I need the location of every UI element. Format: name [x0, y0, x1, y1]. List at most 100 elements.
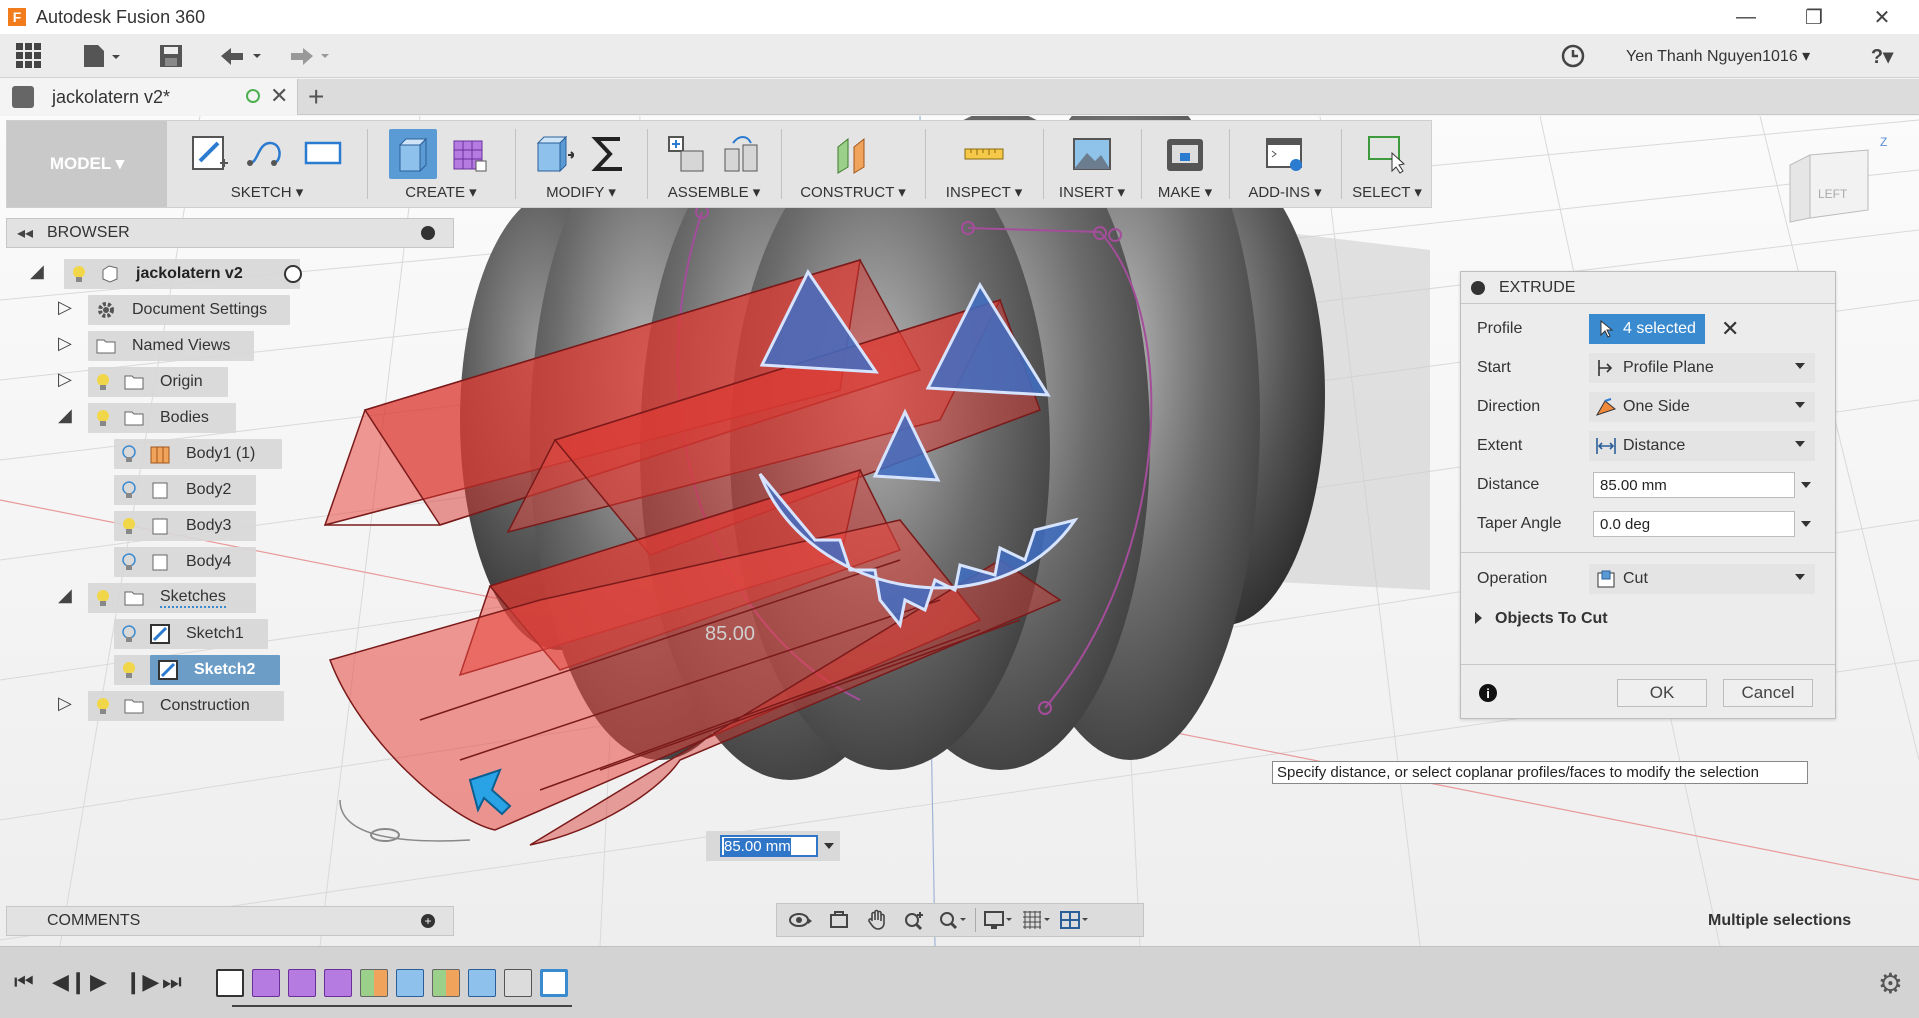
view-cube[interactable]: LEFT Z	[1789, 135, 1887, 223]
timeline-split-feature-icon[interactable]	[504, 969, 532, 997]
data-panel-grid-icon[interactable]	[14, 42, 44, 70]
visibility-bulb-icon[interactable]	[122, 445, 136, 463]
expand-section-icon[interactable]	[1475, 612, 1482, 624]
timeline-extrude-feature-icon[interactable]	[468, 969, 496, 997]
assemble-menu[interactable]: ASSEMBLE ▾	[651, 183, 777, 201]
info-icon[interactable]: i	[1479, 684, 1497, 702]
expand-toggle-icon[interactable]: ◢	[58, 585, 72, 606]
visibility-bulb-icon[interactable]	[122, 481, 136, 499]
play-icon[interactable]: ▶	[90, 969, 107, 995]
visibility-bulb-icon[interactable]	[122, 661, 136, 679]
make-menu[interactable]: MAKE ▾	[1145, 183, 1225, 201]
expand-toggle-icon[interactable]: ▷	[58, 369, 72, 390]
create-sketch-icon[interactable]	[187, 129, 235, 179]
timeline-track[interactable]	[232, 1005, 572, 1007]
taper-options-arrow[interactable]	[1801, 521, 1811, 527]
extrude-dialog-header[interactable]: EXTRUDE	[1461, 272, 1835, 304]
extrude-icon[interactable]	[389, 129, 437, 179]
undo-icon[interactable]	[216, 42, 266, 70]
expand-toggle-icon[interactable]: ◢	[30, 261, 44, 282]
save-icon[interactable]	[156, 42, 186, 70]
zoom-icon[interactable]	[899, 907, 931, 933]
insert-menu[interactable]: INSERT ▾	[1047, 183, 1137, 201]
timeline-form-feature-icon[interactable]	[252, 969, 280, 997]
timeline-sketch-feature-icon[interactable]	[216, 969, 244, 997]
direction-dropdown[interactable]: One Side	[1589, 392, 1815, 422]
orbit-icon[interactable]	[785, 907, 817, 933]
timeline-form-feature-icon[interactable]	[324, 969, 352, 997]
visibility-bulb-icon[interactable]	[122, 553, 136, 571]
step-forward-icon[interactable]: ❙▶	[124, 969, 159, 995]
cancel-button[interactable]: Cancel	[1723, 679, 1813, 707]
visibility-bulb-icon[interactable]	[122, 517, 136, 535]
distance-input[interactable]: 85.00 mm	[1593, 472, 1795, 498]
viewports-layout-icon[interactable]	[1058, 907, 1090, 933]
go-to-end-icon[interactable]: ⏭	[162, 969, 182, 995]
insert-image-icon[interactable]	[1068, 129, 1116, 179]
add-comment-icon[interactable]: +	[421, 914, 435, 928]
expand-toggle-icon[interactable]: ▷	[58, 297, 72, 318]
help-menu-icon[interactable]: ?▾	[1860, 42, 1904, 70]
taper-angle-input[interactable]: 0.0 deg	[1593, 511, 1795, 537]
activate-component-radio[interactable]	[284, 265, 302, 283]
rectangle-sketch-icon[interactable]	[299, 129, 347, 179]
spline-sketch-icon[interactable]	[243, 129, 291, 179]
extent-dropdown[interactable]: Distance	[1589, 431, 1815, 461]
start-dropdown[interactable]: Profile Plane	[1589, 353, 1815, 383]
add-ins-menu[interactable]: ADD-INS ▾	[1233, 183, 1337, 201]
pan-hand-icon[interactable]	[861, 907, 893, 933]
job-status-clock-icon[interactable]	[1558, 42, 1588, 70]
timeline-form-feature-icon[interactable]	[288, 969, 316, 997]
close-tab-button[interactable]: ✕	[270, 83, 288, 109]
objects-to-cut-row[interactable]: Objects To Cut	[1461, 602, 1835, 636]
scripts-add-ins-icon[interactable]	[1261, 129, 1309, 179]
ok-button[interactable]: OK	[1617, 679, 1707, 707]
grid-snaps-icon[interactable]	[1020, 907, 1052, 933]
document-tab[interactable]: jackolatern v2* ✕	[0, 79, 298, 115]
expand-toggle-icon[interactable]: ▷	[58, 333, 72, 354]
step-back-icon[interactable]: ◀❙	[52, 969, 87, 995]
clear-profile-selection-button[interactable]: ✕	[1721, 316, 1739, 342]
joint-icon[interactable]	[718, 129, 766, 179]
redo-icon[interactable]	[284, 42, 334, 70]
form-create-icon[interactable]	[445, 129, 493, 179]
select-cursor-icon[interactable]	[1363, 129, 1411, 179]
timeline-plane-feature-icon[interactable]	[432, 969, 460, 997]
display-settings-icon[interactable]	[982, 907, 1014, 933]
expand-toggle-icon[interactable]: ◢	[58, 405, 72, 426]
hud-distance-value[interactable]: 85.00 mm	[724, 837, 791, 855]
workspace-switcher[interactable]: MODEL ▾	[7, 121, 167, 207]
user-account-menu[interactable]: Yen Thanh Nguyen1016 ▾	[1626, 46, 1810, 66]
offset-plane-icon[interactable]	[829, 129, 877, 179]
expand-toggle-icon[interactable]: ▷	[58, 693, 72, 714]
go-to-start-icon[interactable]: ⏮	[14, 969, 34, 995]
timeline-plane-feature-icon[interactable]	[360, 969, 388, 997]
parameters-sigma-icon[interactable]	[585, 129, 633, 179]
collapse-dialog-icon[interactable]	[1471, 280, 1485, 295]
modify-menu[interactable]: MODIFY ▾	[519, 183, 643, 201]
create-menu[interactable]: CREATE ▾	[371, 183, 511, 201]
fit-zoom-window-icon[interactable]	[937, 907, 969, 933]
look-at-icon[interactable]	[823, 907, 855, 933]
close-window-button[interactable]: ✕	[1850, 0, 1914, 34]
file-menu-icon[interactable]	[80, 42, 124, 70]
comments-panel-header[interactable]: COMMENTS +	[6, 906, 454, 936]
visibility-bulb-icon[interactable]	[96, 409, 110, 427]
3d-print-icon[interactable]	[1161, 129, 1209, 179]
visibility-bulb-icon[interactable]	[122, 625, 136, 643]
timeline-settings-gear-icon[interactable]: ⚙	[1878, 967, 1903, 1000]
visibility-bulb-icon[interactable]	[96, 589, 110, 607]
new-component-icon[interactable]	[662, 129, 710, 179]
timeline-active-sketch-icon[interactable]	[540, 969, 568, 997]
distance-options-arrow[interactable]	[1801, 482, 1811, 488]
timeline-extrude-feature-icon[interactable]	[396, 969, 424, 997]
collapse-panel-icon[interactable]: ◂◂	[17, 223, 33, 243]
operation-dropdown[interactable]: Cut	[1589, 564, 1815, 594]
browser-panel-header[interactable]: ◂◂ BROWSER	[6, 218, 454, 248]
visibility-bulb-icon[interactable]	[72, 265, 86, 283]
inspect-menu[interactable]: INSPECT ▾	[929, 183, 1039, 201]
press-pull-icon[interactable]	[529, 129, 577, 179]
visibility-bulb-icon[interactable]	[96, 697, 110, 715]
sketch-menu[interactable]: SKETCH ▾	[177, 183, 357, 201]
new-tab-button[interactable]: +	[308, 81, 324, 113]
